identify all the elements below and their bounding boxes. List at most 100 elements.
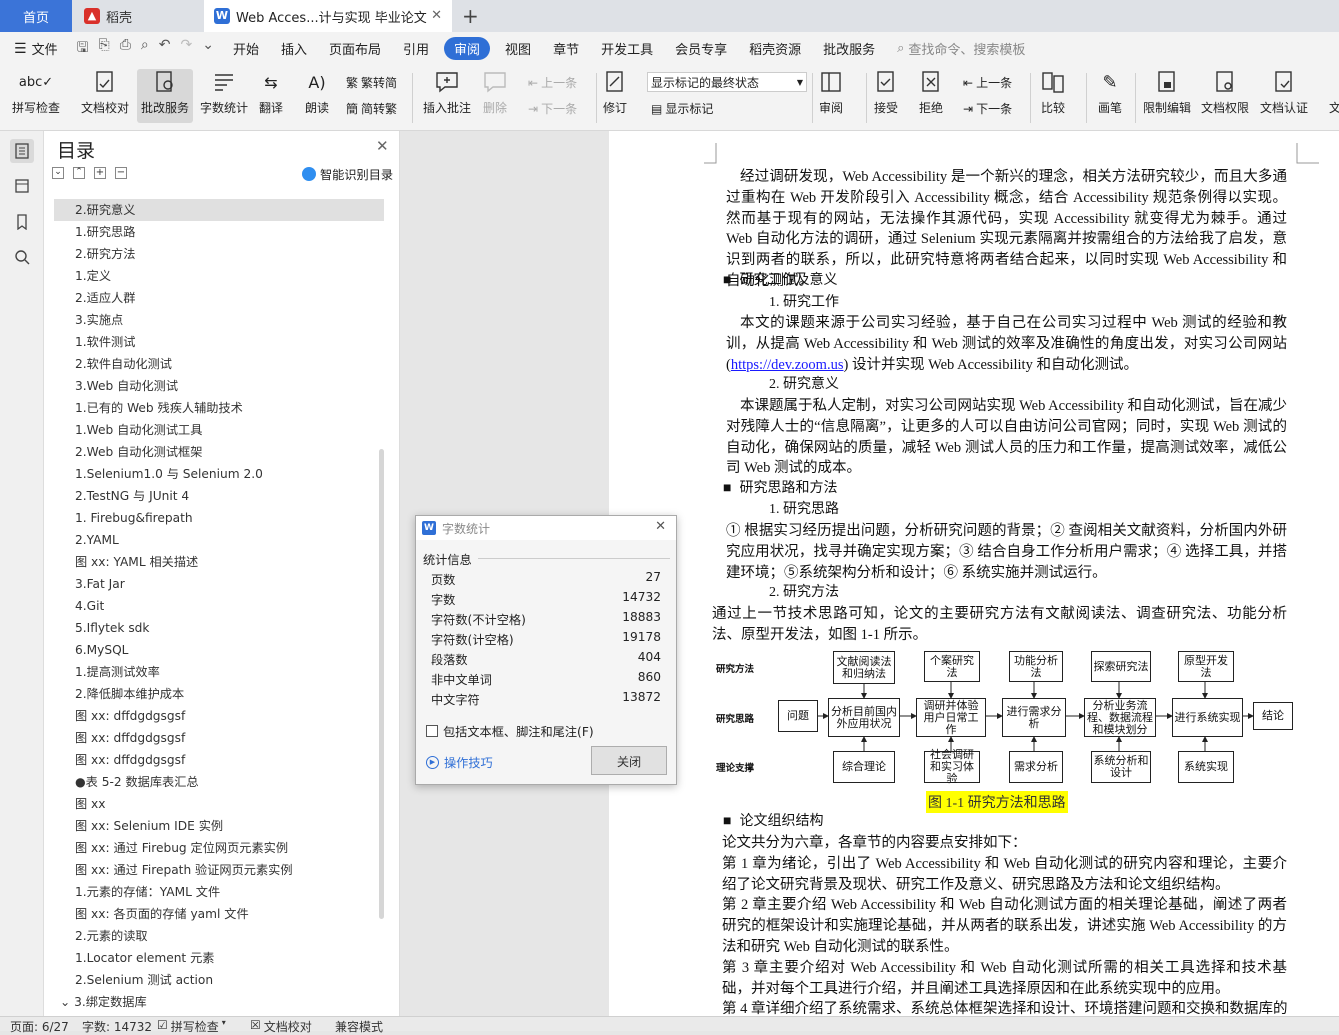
restrict-edit-button[interactable]: 限制编辑 <box>1143 69 1191 116</box>
doc-more-button[interactable]: 文 <box>1322 69 1339 116</box>
toc-item[interactable]: 1.Locator element 元素 <box>54 947 384 969</box>
print-icon[interactable]: ⎙ <box>120 37 131 61</box>
toc-item[interactable]: 2.TestNG 与 JUnit 4 <box>54 485 384 507</box>
toc-item[interactable]: 1.Web 自动化测试工具 <box>54 419 384 441</box>
toc-item[interactable]: 5.Iflytek sdk <box>54 617 384 639</box>
read-aloud-button[interactable]: A) 朗读 <box>304 69 330 116</box>
show-markup-button[interactable]: ▤ 显示标记 <box>651 100 713 117</box>
simp-to-trad-button[interactable]: 簡简转繁 <box>346 100 397 117</box>
toc-item[interactable]: ●表 5-2 数据库表汇总 <box>54 771 384 793</box>
chapter-panel-icon[interactable] <box>10 174 34 198</box>
toc-item[interactable]: 1.已有的 Web 残疾人辅助技术 <box>54 397 384 419</box>
spell-check-button[interactable]: abc✓ 拼写检查 <box>12 69 60 116</box>
redo-icon[interactable]: ↷ <box>181 37 193 61</box>
toc-item[interactable]: 1. Firebug&firepath <box>54 507 384 529</box>
toc-item[interactable]: ⌄ 3.绑定数据库 <box>54 991 384 1013</box>
word-count-button[interactable]: 字数统计 <box>200 69 248 116</box>
menu-view[interactable]: 视图 <box>494 39 542 58</box>
toc-item[interactable]: 3.Fat Jar <box>54 573 384 595</box>
review-service-button[interactable]: 批改服务 <box>137 69 194 123</box>
tips-link[interactable]: ▶ 操作技巧 <box>426 753 493 771</box>
toc-item[interactable]: 图 xx: Selenium IDE 实例 <box>54 815 384 837</box>
close-panel-icon[interactable]: ✕ <box>376 137 389 155</box>
preview-icon[interactable]: ⌕ <box>141 37 149 61</box>
toc-item[interactable]: 2.适应人群 <box>54 287 384 309</box>
add-level-icon[interactable]: + <box>94 167 106 179</box>
tab-document[interactable]: W Web Acces...计与实现 毕业论文 ✕ <box>204 0 452 32</box>
toc-item[interactable]: 3.Web 自动化测试 <box>54 375 384 397</box>
toc-item[interactable]: 1.定义 <box>54 265 384 287</box>
close-tab-icon[interactable]: ✕ <box>431 8 442 23</box>
pen-button[interactable]: ✎ 画笔 <box>1097 69 1123 116</box>
menu-start[interactable]: 开始 <box>222 39 270 58</box>
menu-review[interactable]: 审阅 <box>444 37 491 60</box>
compare-button[interactable]: 比较 <box>1040 69 1066 116</box>
menu-layout[interactable]: 页面布局 <box>318 39 392 58</box>
menu-review-service[interactable]: 批改服务 <box>812 39 886 58</box>
expand-chevron-icon[interactable]: ⌄ <box>60 995 74 1009</box>
toc-panel-icon[interactable] <box>10 139 34 163</box>
menu-section[interactable]: 章节 <box>542 39 590 58</box>
toc-item[interactable]: 图 xx: YAML 相关描述 <box>54 551 384 573</box>
toc-item[interactable]: 图 xx: dffdgdgsgsf <box>54 727 384 749</box>
collapse-icon[interactable]: ⌄ <box>52 167 64 179</box>
doc-check-status[interactable]: ☒ 文档校对 <box>250 1018 312 1035</box>
site-link[interactable]: https://dev.zoom.us <box>731 357 844 373</box>
toc-item[interactable]: 2.元素的读取 <box>54 925 384 947</box>
save-icon[interactable]: 🖫 <box>77 37 89 61</box>
file-menu[interactable]: ☰ 文件 <box>0 39 69 59</box>
toc-item[interactable]: 2.YAML <box>54 529 384 551</box>
new-tab-button[interactable]: + <box>462 4 479 28</box>
toc-item[interactable]: 1.Selenium1.0 与 Selenium 2.0 <box>54 463 384 485</box>
toc-item[interactable]: 图 xx: 通过 Firebug 定位网页元素实例 <box>54 837 384 859</box>
toc-item[interactable]: 1.软件测试 <box>54 331 384 353</box>
dialog-close-button[interactable]: 关闭 <box>591 746 667 775</box>
next-comment-button[interactable]: ⇥ 下一条 <box>528 100 577 117</box>
review-pane-button[interactable]: 审阅 <box>818 69 844 116</box>
toc-item[interactable]: 图 xx: 通过 Firepath 验证网页元素实例 <box>54 859 384 881</box>
command-search[interactable]: ⌕ 查找命令、搜索模板 <box>886 39 1036 58</box>
expand-icon[interactable]: ⌃ <box>73 167 85 179</box>
prev-comment-button[interactable]: ⇤ 上一条 <box>528 74 577 91</box>
toc-item[interactable]: 1.研究思路 <box>54 221 384 243</box>
menu-developer[interactable]: 开发工具 <box>590 39 664 58</box>
spell-check-status[interactable]: ☑ 拼写检查 ▾ <box>157 1018 226 1035</box>
undo-icon[interactable]: ↶ <box>159 37 171 61</box>
remove-level-icon[interactable]: − <box>115 167 127 179</box>
insert-comment-button[interactable]: 插入批注 <box>423 69 471 116</box>
menu-member[interactable]: 会员专享 <box>664 39 738 58</box>
toc-item[interactable]: 图 xx <box>54 793 384 815</box>
toc-item[interactable]: 2.研究意义 <box>54 199 384 221</box>
toc-item[interactable]: 1.元素的存储：YAML 文件 <box>54 881 384 903</box>
trad-to-simp-button[interactable]: 繁繁转简 <box>346 74 397 91</box>
accept-button[interactable]: 接受 <box>873 69 899 116</box>
track-changes-button[interactable]: 修订 <box>602 69 628 116</box>
toc-item[interactable]: 图 xx: dffdgdgsgsf <box>54 705 384 727</box>
toc-item[interactable]: 4.Git <box>54 595 384 617</box>
export-pdf-icon[interactable]: ⎘ <box>99 37 110 61</box>
toc-item[interactable]: 2.研究方法 <box>54 243 384 265</box>
dialog-titlebar[interactable]: W 字数统计 ✕ <box>416 516 676 540</box>
menu-insert[interactable]: 插入 <box>270 39 318 58</box>
reject-button[interactable]: 拒绝 <box>918 69 944 116</box>
word-count-indicator[interactable]: 字数: 14732 <box>82 1018 152 1035</box>
bookmark-icon[interactable] <box>10 210 34 234</box>
tab-home[interactable]: 首页 <box>0 0 72 32</box>
doc-cert-button[interactable]: 文档认证 <box>1260 69 1308 116</box>
delete-comment-button[interactable]: 删除 <box>482 69 508 116</box>
next-change-button[interactable]: ⇥ 下一条 <box>963 100 1012 117</box>
menu-references[interactable]: 引用 <box>392 39 440 58</box>
toc-scrollbar[interactable] <box>379 449 384 919</box>
find-icon[interactable] <box>10 245 34 269</box>
menu-daoke[interactable]: 稻壳资源 <box>738 39 812 58</box>
prev-change-button[interactable]: ⇤ 上一条 <box>963 74 1012 91</box>
smart-toc-button[interactable]: 智能识别目录 <box>302 165 393 183</box>
more-chevron-icon[interactable]: ⌄ <box>202 37 214 61</box>
toc-item[interactable]: 2.降低脚本维护成本 <box>54 683 384 705</box>
translate-button[interactable]: ⇆ 翻译 <box>258 69 284 116</box>
toc-item[interactable]: 3.实施点 <box>54 309 384 331</box>
doc-rights-button[interactable]: 文档权限 <box>1201 69 1249 116</box>
toc-item[interactable]: 图 xx: dffdgdgsgsf <box>54 749 384 771</box>
doc-check-button[interactable]: 文档校对 <box>81 69 129 116</box>
toc-item[interactable]: 6.MySQL <box>54 639 384 661</box>
